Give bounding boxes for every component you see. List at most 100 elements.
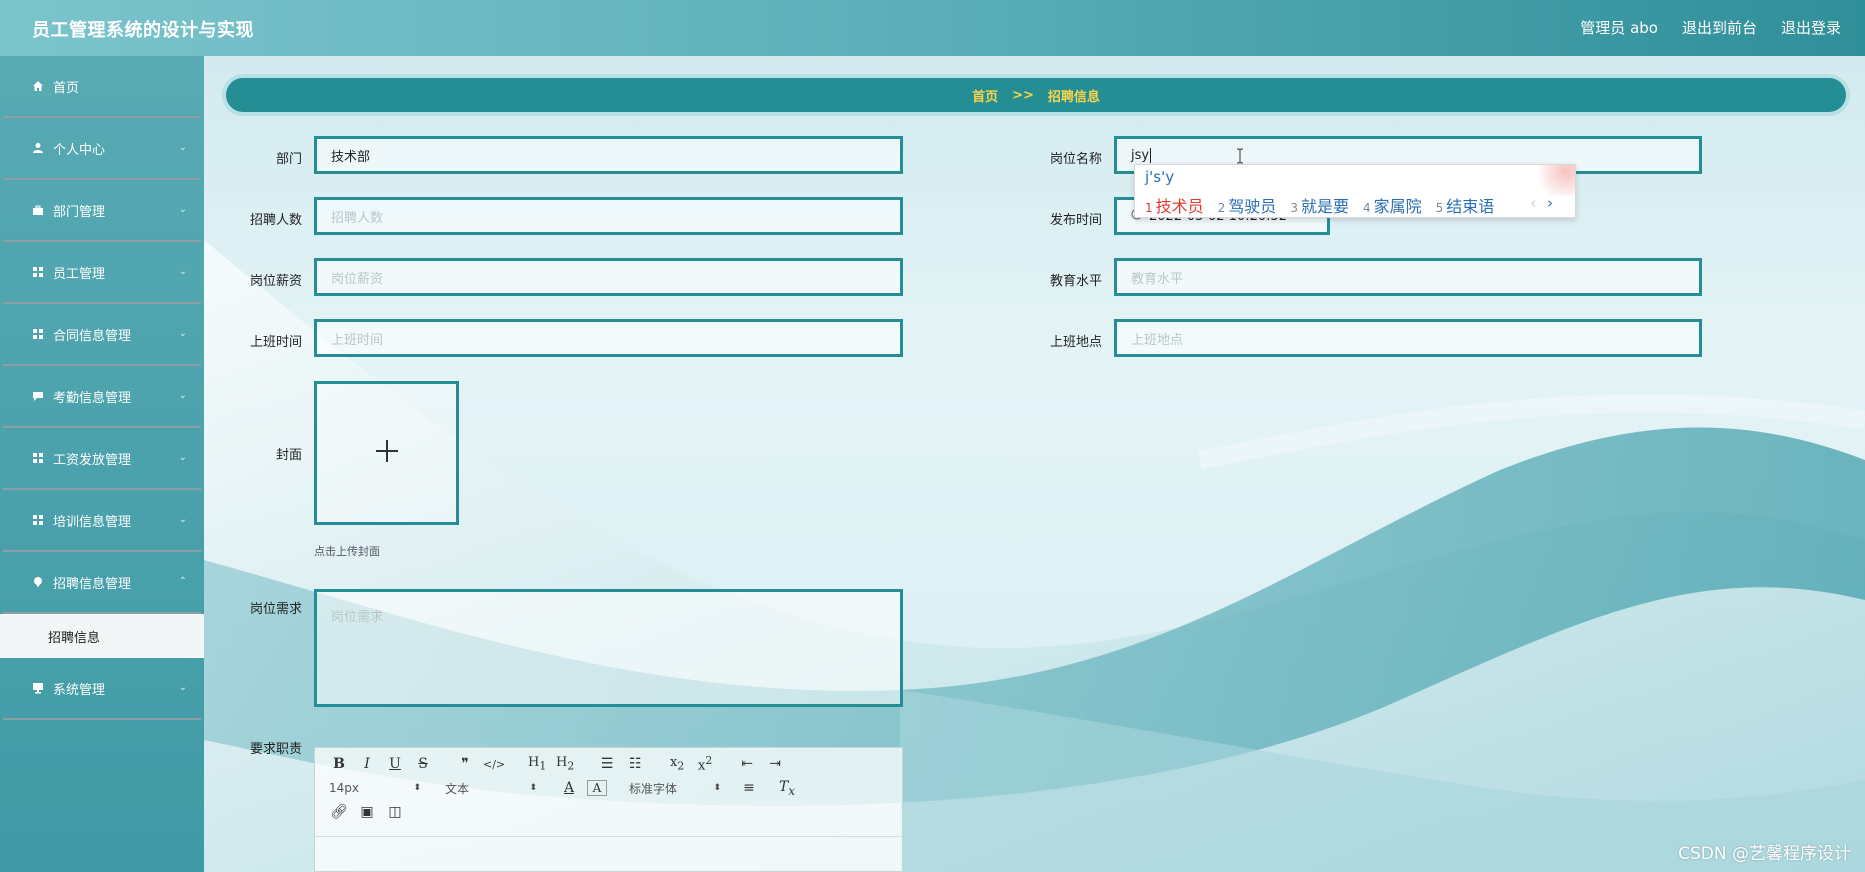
sidebar-subitem-recruitment-info[interactable]: 招聘信息 bbox=[0, 614, 204, 658]
breadcrumb-current: 招聘信息 bbox=[1047, 89, 1100, 105]
headcount-placeholder: 招聘人数 bbox=[331, 210, 384, 226]
sidebar-item-employee[interactable]: 员工管理 ⌄ bbox=[3, 242, 201, 304]
sidebar-item-salary[interactable]: 工资发放管理 ⌄ bbox=[3, 428, 201, 490]
text-caret bbox=[1150, 147, 1152, 163]
chevron-down-icon: ⌄ bbox=[178, 390, 187, 401]
heading2-button[interactable]: H2 bbox=[555, 755, 575, 773]
italic-button[interactable]: I bbox=[357, 756, 377, 772]
bullet-list-icon[interactable]: ☷ bbox=[625, 756, 645, 772]
briefcase-icon bbox=[31, 203, 45, 217]
department-select[interactable]: 技术部 bbox=[314, 136, 903, 174]
salary-input[interactable]: 岗位薪资 bbox=[314, 258, 903, 296]
sidebar-item-system[interactable]: 系统管理 ⌄ bbox=[3, 658, 201, 720]
work-hours-input[interactable]: 上班时间 bbox=[314, 319, 903, 357]
chevron-up-icon: ⌃ bbox=[178, 576, 187, 587]
chevron-down-icon: ⌄ bbox=[178, 514, 187, 525]
sidebar: 首页 个人中心 ⌄ 部门管理 ⌄ 员工管理 ⌄ 合同信息管理 ⌄ 考勤信息管理 … bbox=[0, 56, 204, 872]
work-location-label: 上班地点 bbox=[1049, 335, 1102, 350]
ime-candidate-3[interactable]: 3 就是要 bbox=[1290, 193, 1349, 217]
block-type-select[interactable]: 文本 ⬍ bbox=[445, 780, 537, 797]
cover-upload-hint: 点击上传封面 bbox=[314, 545, 380, 558]
strike-button[interactable]: S bbox=[413, 756, 433, 772]
sidebar-item-attendance[interactable]: 考勤信息管理 ⌄ bbox=[3, 366, 201, 428]
text-color-icon[interactable]: A bbox=[559, 780, 579, 796]
ime-candidate-1[interactable]: 1 技术员 bbox=[1145, 193, 1204, 217]
ime-prev-page-icon[interactable]: ‹ bbox=[1530, 194, 1536, 212]
publish-time-label: 发布时间 bbox=[1049, 213, 1102, 228]
ime-candidate-2[interactable]: 2 驾驶员 bbox=[1218, 193, 1277, 217]
bold-button[interactable]: B bbox=[329, 756, 349, 772]
font-family-value: 标准字体 bbox=[629, 781, 678, 796]
font-size-select[interactable]: 14px ⬍ bbox=[329, 781, 421, 795]
requirements-textarea[interactable]: 岗位需求 bbox=[314, 589, 903, 707]
superscript-button[interactable]: x2 bbox=[695, 754, 715, 773]
sidebar-item-label: 工资发放管理 bbox=[53, 452, 132, 468]
sidebar-item-recruitment[interactable]: 招聘信息管理 ⌃ bbox=[3, 552, 201, 614]
requirements-placeholder: 岗位需求 bbox=[331, 610, 384, 625]
ordered-list-icon[interactable]: ☰ bbox=[597, 756, 617, 772]
ime-next-page-icon[interactable]: › bbox=[1547, 194, 1553, 212]
font-size-value: 14px bbox=[329, 781, 359, 795]
sidebar-item-personal-center[interactable]: 个人中心 ⌄ bbox=[3, 118, 201, 180]
ime-candidate-5[interactable]: 5 结束语 bbox=[1436, 193, 1495, 217]
pin-icon bbox=[31, 575, 45, 589]
user-icon bbox=[31, 141, 45, 155]
block-type-value: 文本 bbox=[445, 781, 470, 796]
education-input[interactable]: 教育水平 bbox=[1114, 258, 1702, 296]
chevron-down-icon: ⌄ bbox=[178, 266, 187, 277]
work-hours-label: 上班时间 bbox=[249, 335, 302, 350]
editor-toolbar-row-3: 🔗︎ ▣ ◫ bbox=[315, 800, 902, 824]
code-block-button[interactable]: </> bbox=[483, 758, 505, 771]
blockquote-button[interactable]: ❞ bbox=[455, 756, 475, 772]
exit-to-frontend-link[interactable]: 退出到前台 bbox=[1682, 17, 1757, 38]
breadcrumb-home[interactable]: 首页 bbox=[972, 86, 998, 105]
sidebar-item-label: 合同信息管理 bbox=[53, 328, 132, 344]
ime-skin-decoration bbox=[1531, 165, 1575, 195]
clear-format-icon[interactable]: Tx bbox=[777, 779, 797, 798]
grid-icon bbox=[31, 327, 45, 341]
duties-label: 要求职责 bbox=[249, 742, 302, 757]
logout-link[interactable]: 退出登录 bbox=[1781, 17, 1841, 38]
chevron-down-icon: ⌄ bbox=[178, 142, 187, 153]
sidebar-item-training[interactable]: 培训信息管理 ⌄ bbox=[3, 490, 201, 552]
background-color-icon[interactable]: A bbox=[587, 780, 607, 796]
video-icon[interactable]: ◫ bbox=[385, 804, 405, 820]
chevron-down-icon: ⌄ bbox=[178, 452, 187, 463]
editor-content-area[interactable] bbox=[315, 836, 902, 872]
heading1-button[interactable]: H1 bbox=[527, 755, 547, 773]
align-icon[interactable]: ≡ bbox=[739, 780, 759, 796]
outdent-icon[interactable]: ⇤ bbox=[737, 756, 757, 772]
department-label: 部门 bbox=[275, 152, 302, 167]
underline-button[interactable]: U bbox=[385, 756, 405, 772]
sidebar-item-department[interactable]: 部门管理 ⌄ bbox=[3, 180, 201, 242]
grid-icon bbox=[31, 513, 45, 527]
current-user-label: 管理员 abo bbox=[1580, 19, 1658, 37]
text-cursor-icon bbox=[1236, 148, 1244, 168]
link-icon[interactable]: 🔗︎ bbox=[329, 804, 349, 820]
comment-icon bbox=[31, 389, 45, 403]
duties-rich-text-editor: B I U S ❞ </> H1 H2 ☰ ☷ x2 x2 ⇤ ⇥ 14px ⬍… bbox=[314, 747, 903, 872]
font-family-select[interactable]: 标准字体 ⬍ bbox=[629, 780, 721, 797]
grid-icon bbox=[31, 265, 45, 279]
editor-toolbar-row-2: 14px ⬍ 文本 ⬍ A A 标准字体 ⬍ ≡ Tx bbox=[315, 776, 902, 800]
updown-icon: ⬍ bbox=[713, 783, 721, 793]
sidebar-item-label: 培训信息管理 bbox=[53, 514, 132, 530]
plus-icon bbox=[374, 433, 400, 473]
subscript-button[interactable]: x2 bbox=[667, 755, 687, 773]
headcount-input[interactable]: 招聘人数 bbox=[314, 197, 903, 235]
editor-toolbar-row-1: B I U S ❞ </> H1 H2 ☰ ☷ x2 x2 ⇤ ⇥ bbox=[315, 752, 902, 776]
recruitment-form: 部门 技术部 岗位名称 jsy 招聘人数 招聘人数 发布时间 2022-03-0… bbox=[204, 130, 1865, 872]
headcount-label: 招聘人数 bbox=[249, 213, 302, 228]
ime-candidate-4[interactable]: 4 家属院 bbox=[1363, 193, 1422, 217]
header-links: 管理员 abo 退出到前台 退出登录 bbox=[1580, 17, 1841, 38]
cover-upload-button[interactable] bbox=[314, 381, 459, 525]
ime-page-nav: ‹ › bbox=[1530, 194, 1553, 212]
ime-composition-text: j's'y bbox=[1145, 168, 1175, 186]
sidebar-item-home[interactable]: 首页 bbox=[3, 56, 201, 118]
image-icon[interactable]: ▣ bbox=[357, 804, 377, 820]
indent-icon[interactable]: ⇥ bbox=[765, 756, 785, 772]
sidebar-item-contract[interactable]: 合同信息管理 ⌄ bbox=[3, 304, 201, 366]
updown-icon: ⬍ bbox=[529, 783, 537, 793]
work-location-input[interactable]: 上班地点 bbox=[1114, 319, 1702, 357]
ime-candidate-list: 1 技术员 2 驾驶员 3 就是要 4 家属院 5 结束语 bbox=[1145, 193, 1494, 217]
